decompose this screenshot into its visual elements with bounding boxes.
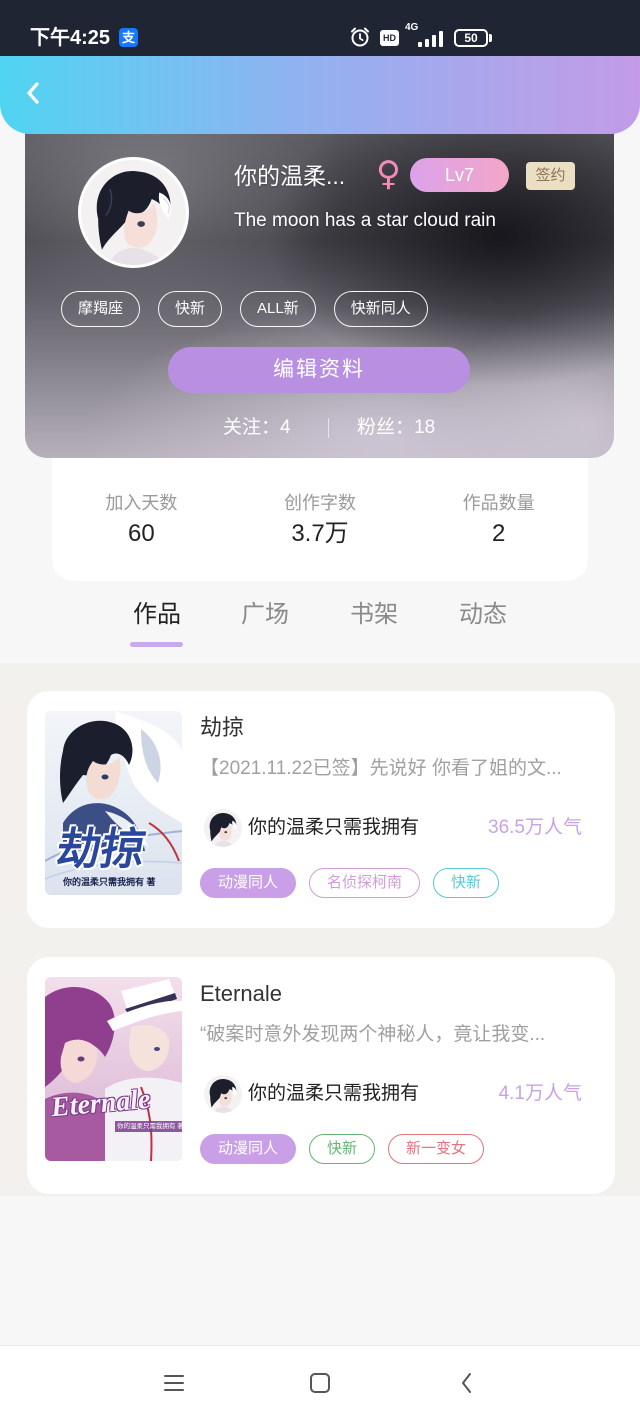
work-card[interactable]: Eternale 你的温柔只需我拥有 著 Eternale “破案时意外发现两个… <box>27 957 615 1194</box>
profile-name: 你的温柔... <box>234 163 346 189</box>
cover-caption: 你的温柔只需我拥有 著 <box>117 1123 182 1130</box>
work-card[interactable]: 劫掠 你的温柔只需我拥有 著 劫掠 【2021.11.22已签】先说好 你看了姐… <box>27 691 615 928</box>
home-button[interactable] <box>305 1370 335 1400</box>
stat-value: 3.7万 <box>291 520 349 547</box>
work-author: 你的温柔只需我拥有 <box>248 817 420 838</box>
following-count[interactable]: 关注：4 <box>223 415 291 441</box>
work-tag: 动漫同人 <box>200 868 297 898</box>
tab-activity[interactable]: 动态 <box>443 598 523 632</box>
battery-nub <box>489 34 492 42</box>
cover-title: 劫掠 <box>52 824 150 875</box>
work-tag: 新一变女 <box>388 1134 485 1164</box>
work-popularity: 36.5万人气 <box>488 817 582 838</box>
hd-icon: HD <box>380 30 399 46</box>
profile-bio: The moon has a star cloud rain <box>234 210 496 231</box>
cover-caption: 你的温柔只需我拥有 著 <box>63 877 156 887</box>
stat-value: 60 <box>127 520 155 547</box>
work-cover[interactable]: Eternale 你的温柔只需我拥有 著 <box>45 977 182 1161</box>
back-icon <box>460 1372 474 1399</box>
work-popularity: 4.1万人气 <box>498 1083 582 1104</box>
profile-tag: ALL新 <box>240 291 316 327</box>
work-tag: 名侦探柯南 <box>309 868 421 898</box>
tab-bookshelf[interactable]: 书架 <box>334 598 414 632</box>
stat-label: 创作字数 <box>284 493 356 513</box>
stat-label: 加入天数 <box>105 493 178 513</box>
alipay-icon: 支 <box>119 28 138 47</box>
status-time: 下午4:25 <box>30 27 111 49</box>
home-icon <box>309 1372 331 1399</box>
menu-icon <box>163 1373 185 1398</box>
stat-works-count: 作品数量 2 <box>409 440 588 581</box>
header-bar <box>0 56 640 134</box>
stats-card: 加入天数 60 创作字数 3.7万 作品数量 2 <box>52 440 588 581</box>
follow-divider <box>328 418 329 438</box>
author-avatar <box>204 809 242 847</box>
female-icon: ♀ <box>376 154 401 194</box>
system-nav-bar <box>0 1345 640 1422</box>
work-description: 【2021.11.22已签】先说好 你看了姐的文... <box>200 758 562 779</box>
status-bar: 下午4:25 支 HD 4G 50 <box>0 0 640 56</box>
battery-icon: 50 <box>454 29 488 47</box>
signal-icon <box>417 30 445 48</box>
menu-button[interactable] <box>159 1370 189 1400</box>
work-tag: 动漫同人 <box>200 1134 297 1164</box>
work-tags: 动漫同人 快新 新一变女 <box>200 1134 485 1164</box>
followers-count[interactable]: 粉丝：18 <box>357 415 435 441</box>
battery-level: 50 <box>464 31 478 45</box>
work-author: 你的温柔只需我拥有 <box>248 1083 420 1104</box>
work-tag: 快新 <box>309 1134 376 1164</box>
back-button[interactable] <box>18 80 48 110</box>
profile-tags: 摩羯座 快新 ALL新 快新同人 <box>61 291 428 327</box>
stat-join-days: 加入天数 60 <box>52 440 231 581</box>
work-description: “破案时意外发现两个神秘人，竟让我变... <box>200 1024 546 1045</box>
stat-label: 作品数量 <box>462 493 535 513</box>
profile-tag: 快新同人 <box>333 291 428 327</box>
work-title: Eternale <box>200 981 282 1006</box>
stat-word-count: 创作字数 3.7万 <box>231 440 410 581</box>
chevron-left-icon <box>25 81 41 110</box>
edit-profile-button[interactable]: 编辑资料 <box>168 347 470 393</box>
level-badge: Lv7 <box>410 158 509 192</box>
tab-active-indicator <box>130 642 183 647</box>
stat-value: 2 <box>492 520 506 547</box>
tab-square[interactable]: 广场 <box>225 598 305 632</box>
system-back-button[interactable] <box>452 1370 482 1400</box>
author-avatar <box>204 1075 242 1113</box>
profile-tag: 快新 <box>158 291 223 327</box>
avatar[interactable] <box>78 157 189 268</box>
signed-badge: 签约 <box>526 162 575 190</box>
work-tag: 快新 <box>433 868 500 898</box>
profile-tag: 摩羯座 <box>61 291 141 327</box>
work-cover[interactable]: 劫掠 你的温柔只需我拥有 著 <box>45 711 182 895</box>
work-tags: 动漫同人 名侦探柯南 快新 <box>200 868 500 898</box>
work-title: 劫掠 <box>200 715 245 740</box>
profile-card: 你的温柔... ♀ Lv7 签约 The moon has a star clo… <box>25 96 614 458</box>
tab-works[interactable]: 作品 <box>117 598 197 632</box>
alarm-icon <box>349 26 371 48</box>
